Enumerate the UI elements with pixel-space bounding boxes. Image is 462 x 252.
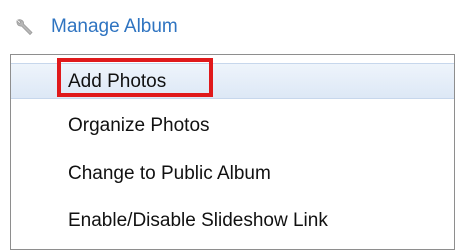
manage-album-dropdown: Manage Album Add Photos Organize Photos … bbox=[0, 0, 462, 252]
menu-item-label: Add Photos bbox=[68, 71, 167, 92]
menu-item-organize-photos[interactable]: Organize Photos bbox=[11, 108, 454, 144]
manage-album-label: Manage Album bbox=[51, 16, 178, 37]
menu-item-change-to-public-album[interactable]: Change to Public Album bbox=[11, 156, 454, 192]
menu-item-label: Organize Photos bbox=[68, 115, 210, 136]
menu-item-add-photos[interactable]: Add Photos bbox=[11, 58, 454, 99]
album-menu: Add Photos Organize Photos Change to Pub… bbox=[10, 54, 455, 250]
menu-item-label: Change to Public Album bbox=[68, 163, 271, 184]
wrench-icon bbox=[14, 17, 36, 39]
manage-album-button[interactable]: Manage Album bbox=[0, 0, 462, 54]
menu-item-label: Enable/Disable Slideshow Link bbox=[68, 210, 328, 231]
menu-item-enable-disable-slideshow-link[interactable]: Enable/Disable Slideshow Link bbox=[11, 203, 454, 239]
